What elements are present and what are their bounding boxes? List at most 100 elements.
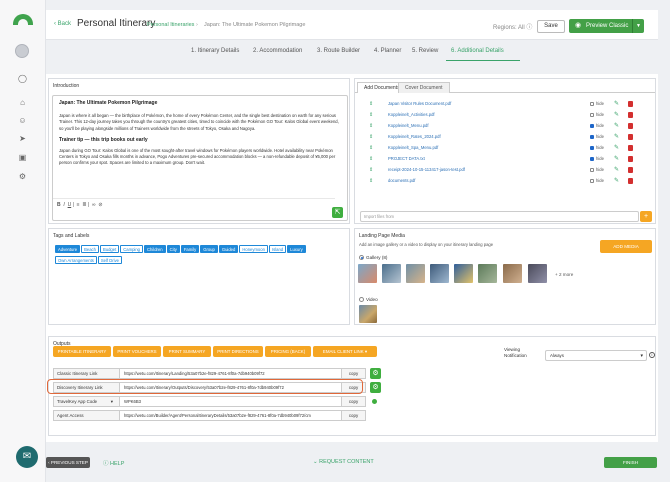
drag-handle-icon[interactable]: ⇕ (369, 110, 373, 120)
print-vouchers-button[interactable]: PRINT VOUCHERS (113, 346, 161, 357)
document-name[interactable]: Koppleinelt_Spa_Menu.pdf (388, 143, 438, 153)
delete-icon[interactable] (628, 145, 633, 151)
delete-icon[interactable] (628, 112, 633, 118)
bell-icon[interactable]: ◯ (17, 73, 28, 84)
tag[interactable]: Children (144, 245, 166, 253)
chat-icon[interactable]: ✉ (16, 446, 38, 468)
previous-step-button[interactable]: ‹ PREVIOUS STEP (46, 457, 90, 468)
breadcrumb-personal-itineraries[interactable]: Personal Itineraries (147, 22, 194, 28)
drag-handle-icon[interactable]: ⇕ (369, 176, 373, 186)
avatar[interactable] (15, 44, 29, 58)
tab-route-builder[interactable]: 3. Route Builder (317, 48, 360, 54)
save-button[interactable]: Save (537, 20, 565, 33)
video-radio[interactable] (359, 297, 364, 302)
drag-handle-icon[interactable]: ⇕ (369, 143, 373, 153)
delete-icon[interactable] (628, 134, 633, 140)
document-name[interactable]: Koppleinelt_Rates_2024.pdf (388, 132, 441, 142)
edit-icon[interactable]: ✎ (614, 121, 619, 131)
finish-button[interactable]: FINISH (604, 457, 657, 468)
drag-handle-icon[interactable]: ⇕ (369, 165, 373, 175)
copy-button[interactable]: copy (342, 368, 366, 379)
users-icon[interactable]: ☺ (17, 115, 28, 126)
email-client-link-button[interactable]: EMAIL CLIENT LINK ▾ (313, 346, 377, 357)
request-content-link[interactable]: ⌄ REQUEST CONTENT (313, 459, 374, 465)
viewing-notification-select[interactable]: Always ▾ (545, 350, 647, 361)
home-icon[interactable]: ⌂ (17, 97, 28, 108)
tag[interactable]: Guided (218, 245, 239, 253)
expand-icon[interactable]: ⇱ (332, 207, 343, 218)
back-link[interactable]: ‹ Back (54, 21, 71, 27)
import-input[interactable]: Import files from (360, 211, 639, 222)
document-name[interactable]: Japan Visitor Rules Document.pdf (388, 99, 451, 109)
video-thumbnail[interactable] (359, 305, 377, 323)
tab-cover-document[interactable]: Cover Document (398, 82, 450, 93)
edit-icon[interactable]: ✎ (614, 99, 619, 109)
tag[interactable]: Honeymoon (239, 245, 268, 253)
hide-checkbox[interactable] (590, 124, 594, 128)
gear-icon[interactable]: ⚙ (370, 382, 381, 393)
tag[interactable]: Adventure (55, 245, 81, 253)
edit-icon[interactable]: ✎ (614, 143, 619, 153)
edit-icon[interactable]: ✎ (614, 110, 619, 120)
chevron-down-icon[interactable]: ▼ (632, 19, 644, 33)
gallery-thumbnail[interactable] (503, 264, 522, 283)
tab-review[interactable]: 5. Review (412, 48, 438, 54)
drag-handle-icon[interactable]: ⇕ (369, 121, 373, 131)
copy-button[interactable]: copy (342, 396, 366, 407)
hide-checkbox[interactable] (590, 135, 594, 139)
gallery-thumbnail[interactable] (358, 264, 377, 283)
tag[interactable]: Family (180, 245, 200, 253)
hide-checkbox[interactable] (590, 102, 594, 106)
output-label[interactable]: TravelKey App Code ▾ (53, 396, 120, 407)
print-directions-button[interactable]: PRINT DIRECTIONS (213, 346, 263, 357)
hide-checkbox[interactable] (590, 113, 594, 117)
bullet-list-icon[interactable]: ≡ (77, 202, 80, 208)
add-document-button[interactable]: + (640, 211, 652, 222)
tag[interactable]: Group (200, 245, 218, 253)
gallery-thumbnail[interactable] (406, 264, 425, 283)
gallery-thumbnail[interactable] (478, 264, 497, 283)
help-link[interactable]: ⓘ HELP (103, 459, 124, 467)
tag[interactable]: Camping (120, 245, 144, 253)
add-media-button[interactable]: ADD MEDIA (600, 240, 652, 253)
gallery-thumbnail[interactable] (528, 264, 547, 283)
app-logo[interactable] (13, 14, 33, 25)
print-summary-button[interactable]: PRINT SUMMARY (163, 346, 211, 357)
document-name[interactable]: Koppleinelt_Activities.pdf (388, 110, 435, 120)
gallery-thumbnail[interactable] (382, 264, 401, 283)
output-value[interactable]: https://wetu.com/Itinerary/Landing/53a07… (120, 368, 342, 379)
settings-icon[interactable]: ⚙ (17, 171, 28, 182)
output-value[interactable]: WPK6B3 (120, 396, 342, 407)
drag-handle-icon[interactable]: ⇕ (369, 154, 373, 164)
more-label[interactable]: + 2 more (555, 272, 573, 277)
pricing-back-button[interactable]: PRICING (BACK) (265, 346, 311, 357)
tag[interactable]: Self Drive (97, 256, 122, 264)
hide-checkbox[interactable] (590, 179, 594, 183)
tag[interactable]: City (166, 245, 180, 253)
hide-checkbox[interactable] (590, 146, 594, 150)
hide-checkbox[interactable] (590, 157, 594, 161)
delete-icon[interactable] (628, 101, 633, 107)
clear-format-icon[interactable]: ⊘ (98, 202, 102, 208)
send-icon[interactable]: ➤ (17, 133, 28, 144)
document-name[interactable]: receipt-2024-10-15-113417-jason-test.pdf (388, 165, 465, 175)
tab-accommodation[interactable]: 2. Accommodation (253, 48, 302, 54)
edit-icon[interactable]: ✎ (614, 154, 619, 164)
tab-itinerary-details[interactable]: 1. Itinerary Details (191, 48, 239, 54)
underline-icon[interactable]: U (68, 202, 72, 208)
image-icon[interactable]: ▣ (17, 152, 28, 163)
gallery-thumbnail[interactable] (454, 264, 473, 283)
drag-handle-icon[interactable]: ⇕ (369, 132, 373, 142)
delete-icon[interactable] (628, 167, 633, 173)
edit-icon[interactable]: ✎ (614, 176, 619, 186)
tag[interactable]: Luxury (287, 245, 306, 253)
tab-additional-details[interactable]: 6. Additional Details (451, 48, 504, 54)
edit-icon[interactable]: ✎ (614, 132, 619, 142)
gear-icon[interactable]: ⚙ (370, 368, 381, 379)
tag[interactable]: Budget (99, 245, 120, 253)
output-value[interactable]: https://wetu.com/Builder/Agent/PersonalI… (120, 410, 342, 421)
bold-icon[interactable]: B (57, 202, 61, 208)
preview-classic-button[interactable]: ◉ Preview Classic ▼ (569, 19, 644, 33)
gallery-thumbnail[interactable] (430, 264, 449, 283)
delete-icon[interactable] (628, 178, 633, 184)
